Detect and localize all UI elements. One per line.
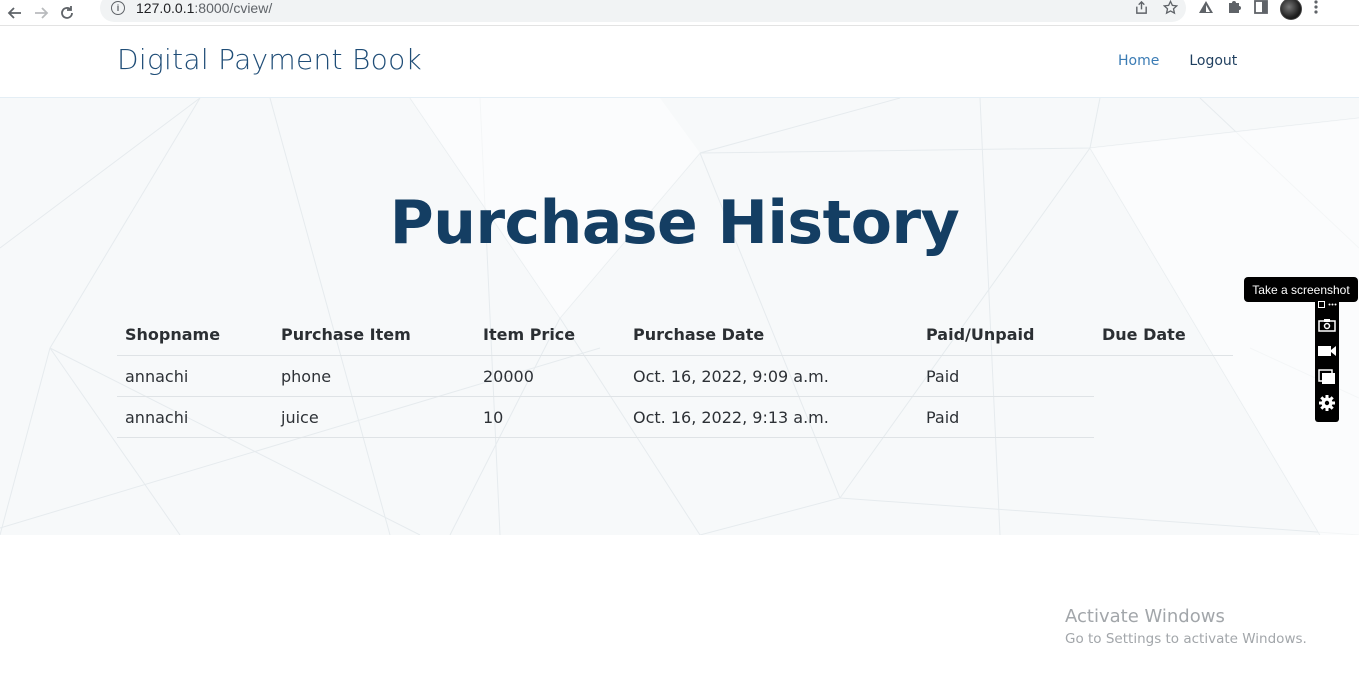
toolbar-grip-icon[interactable] [1318,301,1325,310]
address-bar[interactable]: i 127.0.0.1:8000/cview/ [100,0,1186,22]
window-capture-icon[interactable] [1317,367,1337,387]
cell-paid-status: Paid [926,407,960,427]
purchase-history-table: Shopname Purchase Item Item Price Purcha… [117,314,1233,438]
browser-toolbar: i 127.0.0.1:8000/cview/ [0,0,1359,26]
side-panel-icon[interactable] [1254,0,1268,18]
watermark-title: Activate Windows [1065,606,1225,627]
omnibox-actions [1134,0,1179,19]
site-logo[interactable]: Digital Payment Book [117,43,422,76]
page-title: Purchase History [389,188,960,258]
bookmark-star-icon[interactable] [1162,0,1179,19]
windows-activation-watermark: Activate Windows Go to Settings to activ… [1065,606,1307,647]
extension-icons [1198,0,1318,20]
cell-purchase-date: Oct. 16, 2022, 9:09 a.m. [633,366,829,386]
back-icon[interactable] [4,2,26,24]
table-header-row: Shopname Purchase Item Item Price Purcha… [117,314,1233,356]
cell-shopname: annachi [125,407,189,427]
screenshot-toolbar [1315,299,1339,422]
url-text: 127.0.0.1:8000/cview/ [136,0,273,16]
share-icon[interactable] [1134,0,1149,19]
watermark-subtitle: Go to Settings to activate Windows. [1065,631,1307,647]
main-nav: Home Logout [1118,53,1237,69]
nav-logout-link[interactable]: Logout [1189,53,1237,69]
camera-icon[interactable] [1317,315,1337,335]
toolbar-more-icon[interactable] [1328,301,1337,310]
profile-avatar[interactable] [1280,0,1302,20]
header-purchase-date: Purchase Date [633,325,765,344]
header-purchase-item: Purchase Item [281,325,411,344]
browser-menu-icon[interactable] [1314,0,1318,18]
table-row: annachi phone 20000 Oct. 16, 2022, 9:09 … [117,356,1094,397]
cell-purchase-item: juice [281,407,319,427]
reload-icon[interactable] [56,2,78,24]
table-row: annachi juice 10 Oct. 16, 2022, 9:13 a.m… [117,397,1094,438]
extensions-puzzle-icon[interactable] [1226,0,1242,19]
header-item-price: Item Price [483,325,576,344]
toolbar-header [1318,301,1337,310]
extension-triangle-icon[interactable] [1198,0,1214,18]
header-shopname: Shopname [125,325,221,344]
site-header: Digital Payment Book Home Logout [0,26,1359,98]
cell-item-price: 10 [483,407,504,427]
settings-gear-icon[interactable] [1317,393,1337,413]
forward-icon[interactable] [30,2,52,24]
site-info-icon[interactable]: i [111,1,125,15]
cell-paid-status: Paid [926,366,960,386]
cell-item-price: 20000 [483,366,534,386]
screenshot-tooltip: Take a screenshot [1244,277,1358,302]
video-record-icon[interactable] [1317,341,1337,361]
cell-purchase-item: phone [281,366,332,386]
header-due-date: Due Date [1102,325,1186,344]
cell-shopname: annachi [125,366,189,386]
cell-purchase-date: Oct. 16, 2022, 9:13 a.m. [633,407,829,427]
header-paid-unpaid: Paid/Unpaid [926,325,1035,344]
purchase-history-section: Purchase History Shopname Purchase Item … [0,98,1359,535]
nav-home-link[interactable]: Home [1118,53,1159,69]
